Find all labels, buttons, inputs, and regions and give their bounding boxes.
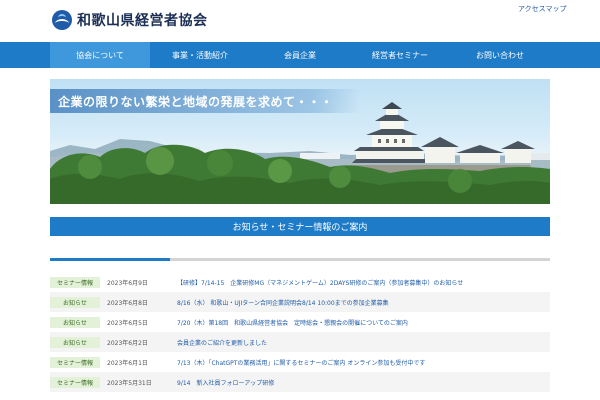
news-category-badge: お知らせ	[50, 296, 100, 308]
news-category-badge: お知らせ	[50, 336, 100, 348]
news-title-link[interactable]: 9/14 新入社員フォローアップ研修	[177, 378, 274, 387]
news-date: 2023年6月2日	[107, 339, 148, 347]
news-date: 2023年6月9日	[107, 279, 148, 287]
news-item: セミナー情報 2023年5月31日 9/14 新入社員フォローアップ研修	[50, 372, 550, 392]
news-category-badge: セミナー情報	[50, 356, 100, 368]
news-title-link[interactable]: 7/20（木）第18回 和歌山県経営者協会 定時総会・懇親会の開催についてのご案…	[177, 318, 408, 327]
site-logo[interactable]: 和歌山県経営者協会	[52, 10, 208, 30]
news-item: セミナー情報 2023年6月9日 【研修】7/14-15 企業研修MG（マネジメ…	[50, 272, 550, 292]
news-list: セミナー情報 2023年6月9日 【研修】7/14-15 企業研修MG（マネジメ…	[50, 272, 550, 392]
nav-item-seminars[interactable]: 経営者セミナー	[350, 42, 450, 68]
news-section-title-text: お知らせ・セミナー情報のご案内	[232, 223, 368, 233]
news-date: 2023年6月8日	[107, 299, 148, 307]
news-title-link[interactable]: 7/13（木）「ChatGPTの業務活用」に関するセミナーのご案内 オンライン参…	[177, 358, 425, 367]
site-header: 和歌山県経営者協会 アクセスマップ	[0, 0, 600, 42]
global-nav-inner: 協会について 事業・活動紹介 会員企業 経営者セミナー お問い合わせ	[50, 42, 550, 68]
news-category-badge: お知らせ	[50, 316, 100, 328]
news-section-title: お知らせ・セミナー情報のご案内	[50, 217, 550, 236]
org-name: 和歌山県経営者協会	[77, 13, 208, 29]
hero-caption: 企業の限りない繁栄と地域の発展を求めて・・・	[50, 89, 360, 113]
news-date: 2023年6月5日	[107, 319, 148, 327]
news-item: お知らせ 2023年6月2日 会員企業のご紹介を更新しました	[50, 332, 550, 352]
news-tab-rule	[50, 258, 550, 261]
news-title-link[interactable]: 【研修】7/14-15 企業研修MG（マネジメントゲーム）2DAYS研修のご案内…	[177, 278, 463, 287]
news-item: お知らせ 2023年6月5日 7/20（木）第18回 和歌山県経営者協会 定時総…	[50, 312, 550, 332]
news-category-badge: セミナー情報	[50, 276, 100, 288]
news-category-badge: セミナー情報	[50, 376, 100, 388]
hero-banner: 企業の限りない繁栄と地域の発展を求めて・・・	[50, 79, 550, 204]
logo-mark-icon	[52, 10, 72, 30]
access-map-link[interactable]: アクセスマップ	[518, 4, 566, 14]
news-item: お知らせ 2023年6月8日 8/16（水） 和歌山・UJIターン合同企業説明会…	[50, 292, 550, 312]
global-nav: 協会について 事業・活動紹介 会員企業 経営者セミナー お問い合わせ	[0, 42, 600, 68]
news-item: セミナー情報 2023年6月1日 7/13（木）「ChatGPTの業務活用」に関…	[50, 352, 550, 372]
news-date: 2023年5月31日	[107, 379, 152, 387]
hero-caption-text: 企業の限りない繁栄と地域の発展を求めて・・・	[58, 95, 334, 109]
nav-item-contact[interactable]: お問い合わせ	[450, 42, 550, 68]
nav-item-members[interactable]: 会員企業	[250, 42, 350, 68]
news-date: 2023年6月1日	[107, 359, 148, 367]
nav-item-activities[interactable]: 事業・活動紹介	[150, 42, 250, 68]
news-title-link[interactable]: 8/16（水） 和歌山・UJIターン合同企業説明会8/14 10:00までの参加…	[177, 298, 389, 307]
nav-item-about[interactable]: 協会について	[50, 42, 150, 68]
news-title-link[interactable]: 会員企業のご紹介を更新しました	[177, 338, 267, 347]
